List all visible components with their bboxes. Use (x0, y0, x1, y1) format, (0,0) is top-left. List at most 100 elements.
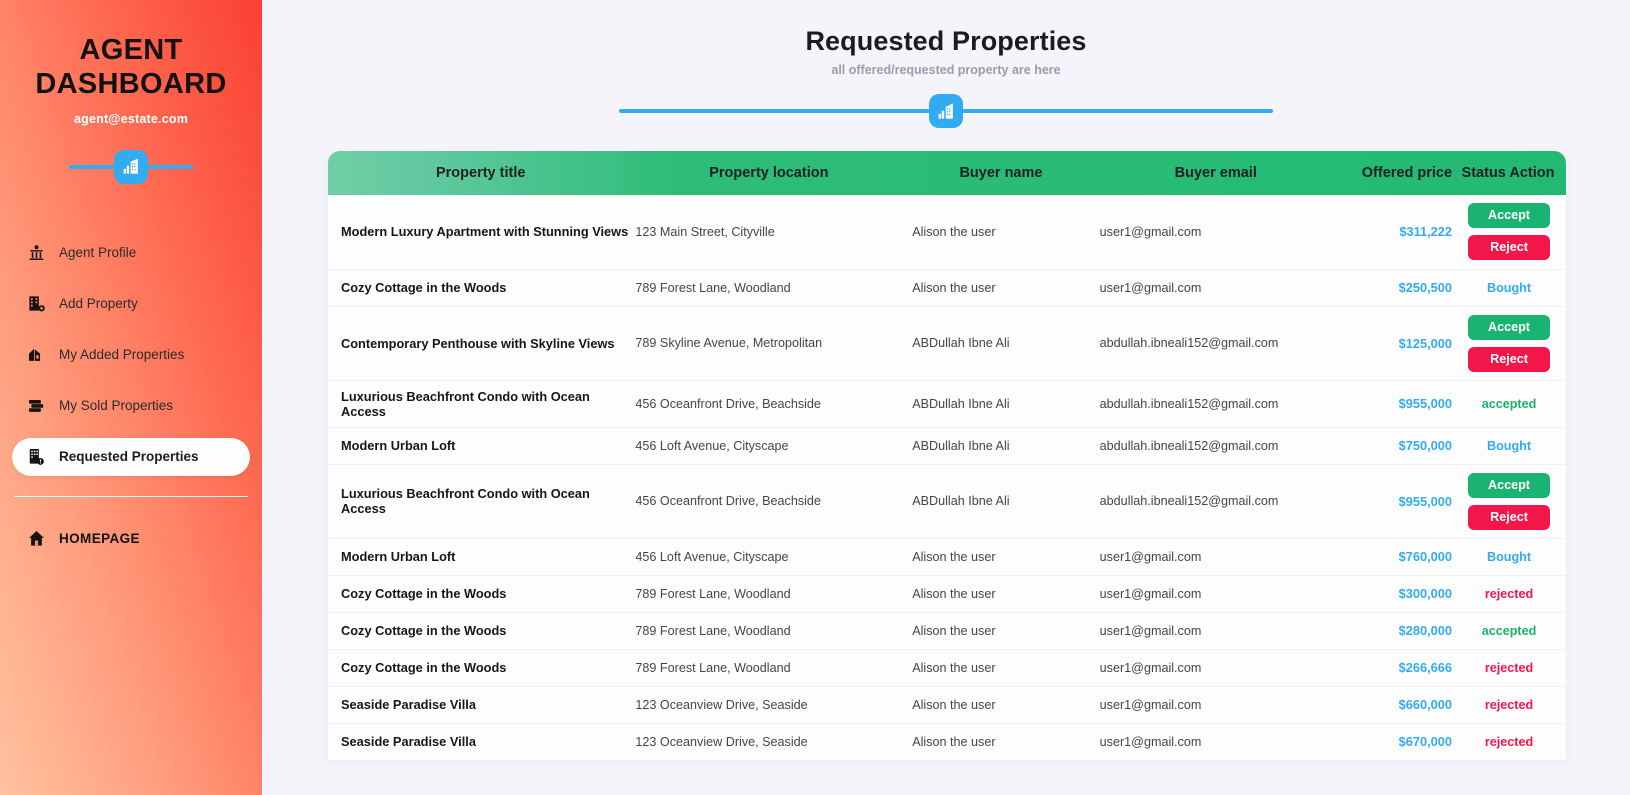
cell-email: user1@gmail.com (1099, 224, 1202, 239)
cell-email: abdullah.ibneali152@gmail.com (1099, 396, 1279, 411)
cell-location: 789 Forest Lane, Woodland (635, 660, 791, 675)
sidebar-divider (14, 495, 248, 498)
sidebar-item-label: HOMEPAGE (59, 530, 140, 546)
cell-title: Contemporary Penthouse with Skyline View… (341, 335, 615, 351)
reject-button[interactable]: Reject (1468, 346, 1550, 372)
sidebar-item-label: My Added Properties (59, 347, 185, 363)
status-badge: rejected (1484, 586, 1534, 601)
table-header-row: Property title Property location Buyer n… (328, 151, 1566, 195)
cell-buyer: ABDullah Ibne Ali (912, 396, 1010, 411)
cell-buyer: Alison the user (912, 697, 996, 712)
cell-buyer: Alison the user (912, 280, 996, 295)
page-subtitle: all offered/requested property are here (831, 63, 1061, 77)
column-header-offered-price: Offered price (1361, 165, 1453, 181)
status-badge: rejected (1484, 697, 1534, 712)
sidebar-item-agent-profile[interactable]: Agent Profile (12, 234, 250, 272)
cell-location: 123 Oceanview Drive, Seaside (635, 697, 808, 712)
cell-buyer: Alison the user (912, 623, 996, 638)
sidebar-item-label: My Sold Properties (59, 398, 174, 414)
cell-status-action: accepted (1456, 612, 1566, 649)
sidebar-item-requested-properties[interactable]: Requested Properties (12, 437, 250, 476)
home-icon (26, 528, 46, 548)
cell-email: abdullah.ibneali152@gmail.com (1099, 438, 1279, 453)
reject-button[interactable]: Reject (1468, 504, 1550, 530)
column-header-buyer-email: Buyer email (1174, 165, 1257, 181)
accept-button[interactable]: Accept (1468, 472, 1550, 498)
sidebar-item-homepage[interactable]: HOMEPAGE (12, 519, 250, 557)
requested-properties-table: Property title Property location Buyer n… (328, 151, 1566, 761)
cell-price: $760,000 (1398, 549, 1453, 564)
cell-buyer: Alison the user (912, 224, 996, 239)
cell-location: 456 Loft Avenue, Cityscape (635, 549, 789, 564)
cell-location: 456 Loft Avenue, Cityscape (635, 438, 789, 453)
cell-price: $955,000 (1398, 396, 1453, 411)
cell-location: 789 Forest Lane, Woodland (635, 586, 791, 601)
stack-icon (26, 396, 46, 416)
cell-location: 456 Oceanfront Drive, Beachside (635, 396, 821, 411)
agent-profile-icon (26, 243, 46, 263)
table-row: Cozy Cottage in the Woods 789 Forest Lane… (328, 269, 1566, 306)
status-badge: Bought (1486, 438, 1532, 453)
table-row: Contemporary Penthouse with Skyline View… (328, 306, 1566, 380)
status-badge: rejected (1484, 660, 1534, 675)
status-badge: Bought (1486, 280, 1532, 295)
cell-email: user1@gmail.com (1099, 623, 1202, 638)
building-chart-icon (114, 149, 148, 184)
app-root: AGENT DASHBOARD agent@estate.com Agent P… (0, 0, 1630, 795)
cell-email: abdullah.ibneali152@gmail.com (1099, 494, 1279, 508)
cell-status-action: Accept Reject (1456, 306, 1566, 380)
cell-status-action: rejected (1456, 686, 1566, 723)
cell-buyer: Alison the user (912, 734, 996, 749)
cell-title: Luxurious Beachfront Condo with Ocean Ac… (341, 486, 590, 516)
cell-status-action: Bought (1456, 427, 1566, 464)
sidebar-item-my-added-properties[interactable]: My Added Properties (12, 336, 250, 374)
table-row: Seaside Paradise Villa 123 Oceanview Driv… (328, 686, 1566, 723)
sidebar-nav: Agent Profile Add Property My Added Prop… (0, 234, 262, 558)
cell-status-action: Accept Reject (1456, 464, 1566, 538)
cell-price: $250,500 (1398, 280, 1453, 295)
accept-button[interactable]: Accept (1468, 203, 1550, 229)
cell-title: Cozy Cottage in the Woods (341, 586, 507, 601)
column-header-property-location: Property location (709, 165, 829, 181)
column-header-status-action: Status Action (1461, 165, 1555, 181)
column-header-buyer-name: Buyer name (959, 165, 1043, 181)
reject-button[interactable]: Reject (1468, 235, 1550, 261)
cell-status-action: Bought (1456, 269, 1566, 306)
status-badge: accepted (1481, 623, 1537, 638)
cell-title: Seaside Paradise Villa (341, 697, 476, 712)
sidebar-item-my-sold-properties[interactable]: My Sold Properties (12, 387, 250, 425)
brand-title: AGENT DASHBOARD (35, 34, 227, 100)
table-row: Modern Luxury Apartment with Stunning Vi… (328, 195, 1566, 269)
sidebar: AGENT DASHBOARD agent@estate.com Agent P… (0, 0, 262, 795)
cell-buyer: ABDullah Ibne Ali (912, 494, 1010, 508)
main-content: Requested Properties all offered/request… (262, 0, 1630, 795)
cell-price: $266,666 (1398, 660, 1453, 675)
table-row: Modern Urban Loft 456 Loft Avenue, Citysc… (328, 427, 1566, 464)
cell-status-action: rejected (1456, 649, 1566, 686)
table-row: Modern Urban Loft 456 Loft Avenue, Citysc… (328, 538, 1566, 575)
sidebar-item-label: Add Property (59, 296, 138, 312)
sidebar-item-add-property[interactable]: Add Property (12, 285, 250, 323)
action-buttons: Accept Reject (1456, 314, 1562, 372)
cell-email: user1@gmail.com (1099, 734, 1202, 749)
add-property-icon (26, 294, 46, 314)
cell-email: user1@gmail.com (1099, 586, 1202, 601)
status-badge: rejected (1484, 734, 1534, 749)
cell-status-action: accepted (1456, 380, 1566, 427)
cell-email: abdullah.ibneali152@gmail.com (1099, 336, 1279, 350)
header-divider (262, 93, 1630, 129)
cell-email: user1@gmail.com (1099, 697, 1202, 712)
requested-properties-icon (26, 447, 46, 467)
accept-button[interactable]: Accept (1468, 314, 1550, 340)
house-icon (26, 345, 46, 365)
cell-title: Cozy Cottage in the Woods (341, 280, 507, 295)
cell-buyer: Alison the user (912, 660, 996, 675)
cell-title: Modern Urban Loft (341, 549, 456, 564)
table-row: Seaside Paradise Villa 123 Oceanview Driv… (328, 723, 1566, 760)
cell-location: 123 Oceanview Drive, Seaside (635, 734, 808, 749)
requested-properties-table-container: Property title Property location Buyer n… (328, 151, 1566, 761)
table-head: Property title Property location Buyer n… (328, 151, 1566, 195)
cell-email: user1@gmail.com (1099, 280, 1202, 295)
cell-status-action: rejected (1456, 723, 1566, 760)
page-title: Requested Properties (805, 26, 1087, 56)
